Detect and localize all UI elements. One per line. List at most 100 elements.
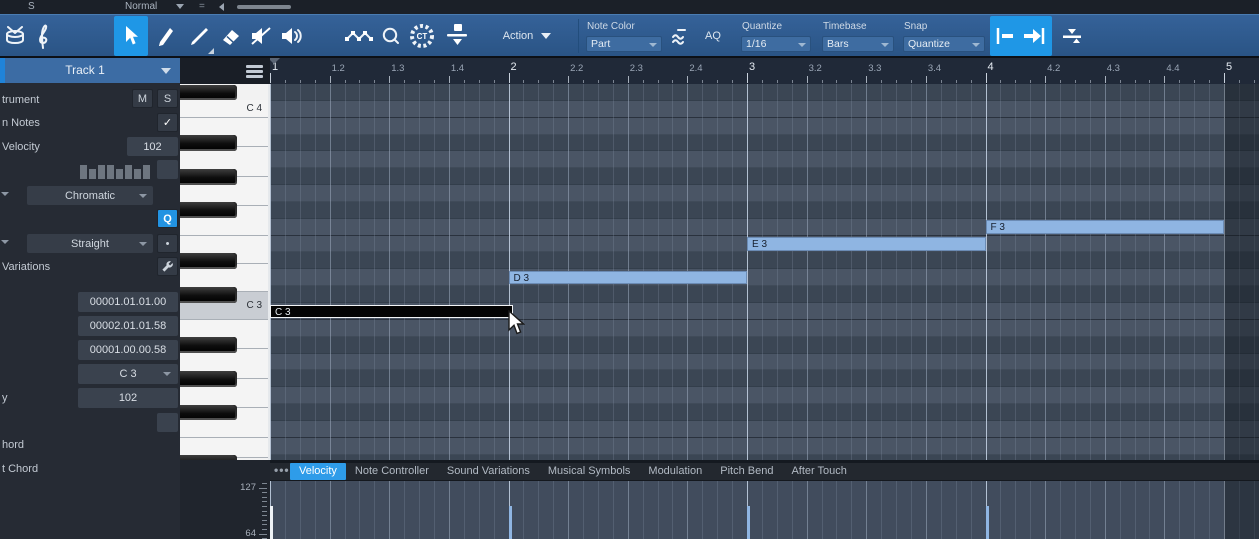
- snap-to-end-icon[interactable]: [1022, 26, 1048, 46]
- quantize-q-button[interactable]: Q: [157, 209, 178, 228]
- piano-key-G#3[interactable]: [180, 168, 237, 185]
- zoom-q-icon[interactable]: [376, 16, 406, 56]
- notes-label: n Notes: [2, 117, 40, 129]
- lane-menu-button[interactable]: •••: [274, 463, 290, 477]
- listen-tool-button[interactable]: [276, 16, 308, 56]
- quantize-dropdown[interactable]: 1/16: [741, 36, 811, 52]
- solo-button[interactable]: S: [157, 89, 178, 108]
- timeline-ruler[interactable]: 1 1.2 1.3 1.4 2 2.2 2.3 2.4 3 3.2 3.3 3.4 4 4.2 4.3 4.4…: [270, 58, 1259, 84]
- piano-key-F#3[interactable]: [180, 202, 237, 219]
- piano-key-C#4[interactable]: [180, 84, 237, 101]
- score-view-button[interactable]: [30, 16, 56, 56]
- piano-key-A#2[interactable]: [180, 337, 237, 354]
- drum-editor-button[interactable]: [0, 16, 30, 56]
- ruler-tick: [776, 80, 778, 83]
- note-velocity-field[interactable]: 102: [78, 388, 178, 408]
- swing-dot-button[interactable]: •: [157, 234, 178, 253]
- note-pitch-dropdown[interactable]: C 3: [78, 364, 178, 384]
- note-length-field[interactable]: 00001.00.00.58: [78, 340, 178, 360]
- macros-button[interactable]: [440, 16, 474, 56]
- midi-note-D3[interactable]: D 3: [508, 270, 747, 285]
- note-start-field[interactable]: 00001.01.01.00: [78, 292, 178, 312]
- velocity-stem-C3[interactable]: [270, 505, 273, 539]
- piano-key-G#2[interactable]: [180, 370, 237, 387]
- timebase-dropdown[interactable]: Bars: [822, 36, 894, 52]
- velocity-lane[interactable]: [270, 481, 1259, 539]
- mode-dropdown[interactable]: Normal: [125, 1, 157, 12]
- solo-indicator[interactable]: S: [28, 1, 35, 12]
- tab-velocity[interactable]: Velocity: [290, 463, 346, 480]
- velocity-ruler-tick: [262, 483, 267, 484]
- note-end-field[interactable]: 00002.01.01.58: [78, 316, 178, 336]
- mute-button[interactable]: M: [132, 89, 153, 108]
- mini-slider[interactable]: [237, 5, 291, 9]
- default-velocity-field[interactable]: 102: [127, 137, 178, 156]
- equals-icon[interactable]: =: [199, 1, 205, 12]
- paint-tool-button[interactable]: [150, 16, 182, 56]
- aq-toggle[interactable]: AQ: [698, 16, 728, 56]
- note-color-dropdown[interactable]: Part: [586, 36, 662, 52]
- tab-sound-variations[interactable]: Sound Variations: [438, 463, 539, 480]
- tab-note-controller[interactable]: Note Controller: [346, 463, 438, 480]
- part-start-marker: [270, 58, 280, 64]
- ruler-tick: [433, 80, 435, 83]
- collapse-left-icon[interactable]: [219, 3, 224, 11]
- piano-key-C#3[interactable]: [180, 286, 237, 303]
- velocity-stem-D3[interactable]: [508, 505, 512, 539]
- tab-after-touch[interactable]: After Touch: [782, 463, 855, 480]
- mute-tool-button[interactable]: [246, 16, 276, 56]
- grid-line: [1119, 84, 1121, 460]
- transform-tool-icon[interactable]: [342, 16, 376, 56]
- adjust-boundaries-button[interactable]: [1056, 16, 1088, 56]
- piano-key-D#3[interactable]: [180, 253, 237, 269]
- ruler-label: 1.4: [450, 63, 465, 74]
- grid-line: [1134, 84, 1136, 460]
- ruler-tick: [806, 76, 808, 83]
- ruler-tick: [329, 76, 331, 83]
- track-dropdown-arrow-icon[interactable]: [161, 68, 171, 74]
- lane-grid-line: [1074, 481, 1076, 539]
- midi-note-C3[interactable]: C 3: [270, 304, 513, 319]
- tab-pitch-bend[interactable]: Pitch Bend: [711, 463, 782, 480]
- velocity-stem-F3[interactable]: [985, 505, 989, 539]
- swing-cut-dropdown-icon[interactable]: [1, 240, 9, 244]
- input-quantize-icon[interactable]: [666, 16, 694, 56]
- extra-field[interactable]: [157, 413, 178, 432]
- pencil-tool-dropdown-icon[interactable]: [208, 48, 214, 54]
- velocity-keys-widget[interactable]: [80, 162, 153, 179]
- mode-dropdown-arrow-icon[interactable]: [176, 4, 184, 9]
- piano-keyboard[interactable]: C 4 C 3: [180, 84, 270, 460]
- grid-line: [448, 84, 450, 460]
- snap-to-grid-icon[interactable]: [994, 26, 1018, 46]
- ruler-tick: [672, 80, 674, 83]
- lane-grid-line: [1060, 481, 1062, 539]
- pencil-tool-button[interactable]: [184, 16, 216, 56]
- notes-checkbox[interactable]: ✓: [157, 113, 178, 132]
- tab-modulation[interactable]: Modulation: [639, 463, 711, 480]
- note-grid[interactable]: C 3 D 3 E 3 F 3: [270, 84, 1259, 460]
- velocity-stem-E3[interactable]: [747, 505, 750, 539]
- swing-dropdown[interactable]: Straight: [27, 234, 153, 253]
- piano-key-C4[interactable]: C 4: [180, 100, 268, 118]
- snap-dropdown[interactable]: Quantize: [903, 36, 985, 52]
- midi-note-F3[interactable]: F 3: [985, 220, 1224, 234]
- variations-wrench-button[interactable]: [157, 257, 178, 276]
- ruler-tick: [1045, 76, 1047, 83]
- lane-grid-line: [1119, 481, 1121, 539]
- lane-grid-line: [597, 481, 599, 539]
- velocity-extra-field[interactable]: [157, 160, 178, 179]
- midi-note-E3[interactable]: E 3: [747, 237, 986, 251]
- scale-dropdown[interactable]: Chromatic: [27, 186, 153, 205]
- scale-cut-dropdown-icon[interactable]: [1, 192, 9, 196]
- eraser-tool-button[interactable]: [216, 16, 246, 56]
- piano-key-F#2[interactable]: [180, 404, 237, 421]
- arrow-tool-button[interactable]: [114, 16, 148, 56]
- piano-key-A#3[interactable]: [180, 135, 237, 151]
- grid-line: [821, 84, 823, 460]
- ct-chord-track-button[interactable]: CT: [404, 16, 440, 56]
- menu-icon[interactable]: [246, 65, 263, 80]
- action-dropdown[interactable]: Action: [490, 16, 564, 56]
- tab-musical-symbols[interactable]: Musical Symbols: [539, 463, 640, 480]
- track-selector[interactable]: Track 1: [0, 58, 180, 83]
- grid-line: [896, 84, 898, 460]
